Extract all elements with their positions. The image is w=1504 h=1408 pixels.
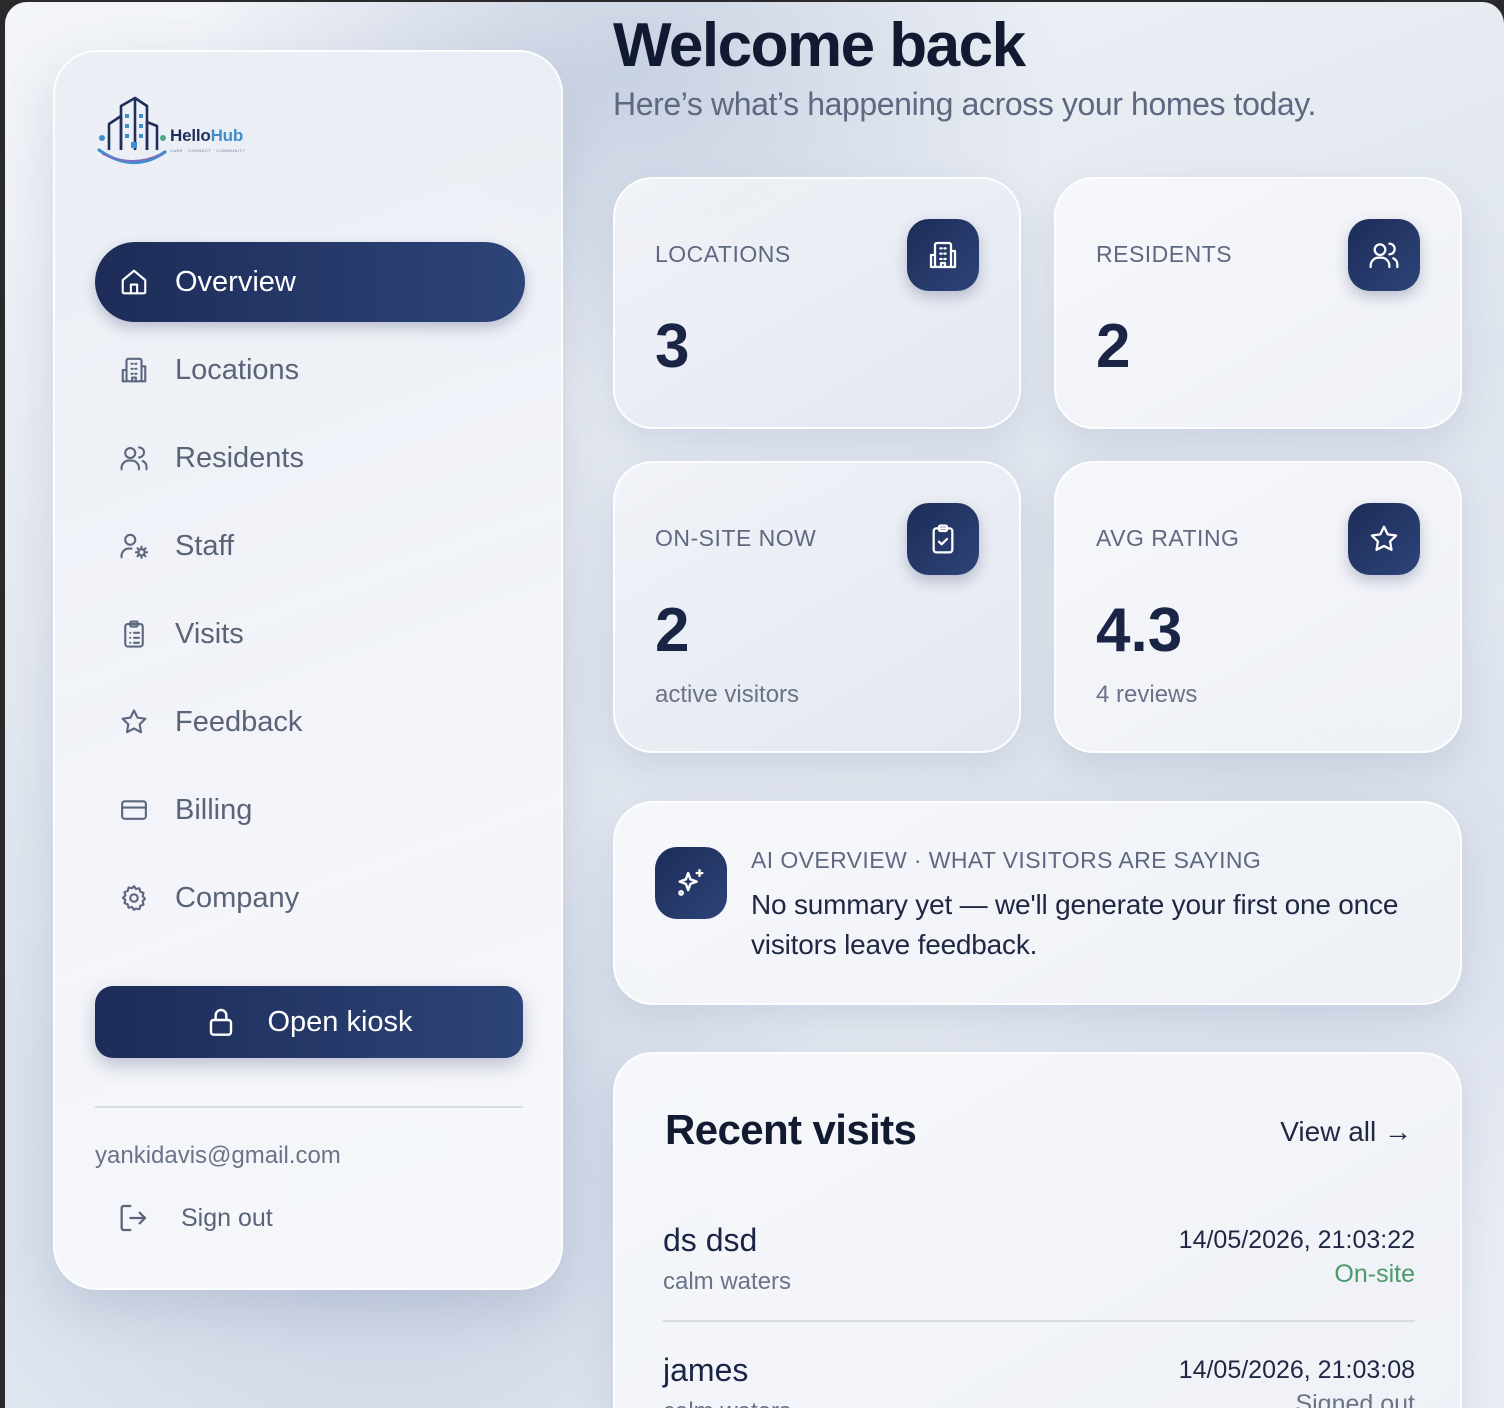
sidebar-divider <box>95 1106 523 1108</box>
sidebar-item-label: Billing <box>175 793 253 826</box>
home-icon <box>119 267 149 297</box>
sidebar-item-label: Feedback <box>175 705 303 738</box>
page-title: Welcome back <box>613 11 1026 80</box>
sidebar-item-staff[interactable]: Staff <box>95 506 525 586</box>
visit-location: calm waters <box>663 1398 791 1408</box>
open-kiosk-button[interactable]: Open kiosk <box>95 986 523 1058</box>
users-icon <box>119 443 149 473</box>
visit-location: calm waters <box>663 1268 792 1295</box>
sidebar-item-locations[interactable]: Locations <box>95 330 525 410</box>
stat-card-avg-rating[interactable]: AVG RATING 4.3 4 reviews <box>1054 461 1462 753</box>
ai-overview-label: AI OVERVIEW · WHAT VISITORS ARE SAYING <box>751 847 1262 873</box>
kiosk-label: Open kiosk <box>267 1005 413 1038</box>
app-window: HelloHub CARE · CONNECT · COMMUNITY Over… <box>5 2 1504 1408</box>
users-icon <box>1348 219 1420 291</box>
list-divider <box>663 1320 1415 1322</box>
sidebar-item-label: Staff <box>175 529 235 562</box>
sidebar-item-feedback[interactable]: Feedback <box>95 682 525 762</box>
ai-overview-text: No summary yet — we'll generate your fir… <box>751 889 1399 960</box>
page-subtitle: Here’s what’s happening across your home… <box>613 86 1316 122</box>
brand-name: HelloHub <box>170 126 244 145</box>
visit-time: 14/05/2026, 21:03:22 <box>1178 1226 1415 1254</box>
status-badge: Signed out <box>1295 1390 1415 1408</box>
user-email: yankidavis@gmail.com <box>95 1142 341 1169</box>
sidebar-item-label: Visits <box>175 617 244 650</box>
stat-subtext: 4 reviews <box>1096 681 1198 708</box>
sidebar-item-overview[interactable]: Overview <box>95 242 525 322</box>
stat-value: 4.3 <box>1096 596 1183 665</box>
building-logo-icon <box>97 96 167 165</box>
stat-card-locations[interactable]: LOCATIONS 3 <box>613 177 1021 429</box>
stat-label: ON-SITE NOW <box>655 525 817 551</box>
stat-label: AVG RATING <box>1096 525 1240 551</box>
ai-overview-card: AI OVERVIEW · WHAT VISITORS ARE SAYING N… <box>613 801 1462 1005</box>
gear-icon <box>119 883 149 913</box>
sidebar-item-label: Company <box>175 881 300 914</box>
view-all-link[interactable]: View all → <box>1280 1116 1412 1148</box>
stat-label: LOCATIONS <box>655 241 791 267</box>
brand-logo[interactable]: HelloHub CARE · CONNECT · COMMUNITY <box>95 92 255 168</box>
sparkles-icon <box>655 847 727 919</box>
stat-subtext: active visitors <box>655 681 800 708</box>
clipboard-list-icon <box>119 619 149 649</box>
sidebar-item-billing[interactable]: Billing <box>95 770 525 850</box>
list-item[interactable]: james calm waters 14/05/2026, 21:03:08 S… <box>663 1352 1415 1408</box>
brand-tagline: CARE · CONNECT · COMMUNITY <box>170 148 246 153</box>
visit-time: 14/05/2026, 21:03:08 <box>1178 1356 1415 1384</box>
user-cog-icon <box>119 531 149 561</box>
stat-value: 2 <box>1096 312 1131 381</box>
credit-card-icon <box>119 795 149 825</box>
recent-visits-title: Recent visits <box>665 1106 917 1153</box>
star-icon <box>119 707 149 737</box>
stat-value: 2 <box>655 596 690 665</box>
building-icon <box>119 355 149 385</box>
stat-card-on-site[interactable]: ON-SITE NOW 2 active visitors <box>613 461 1021 753</box>
sidebar-item-residents[interactable]: Residents <box>95 418 525 498</box>
stat-label: RESIDENTS <box>1096 241 1233 267</box>
sidebar-item-label: Residents <box>175 441 304 474</box>
sidebar: HelloHub CARE · CONNECT · COMMUNITY Over… <box>53 50 563 1290</box>
status-badge: On-site <box>1334 1260 1415 1288</box>
sidebar-item-label: Locations <box>175 353 300 386</box>
log-out-icon <box>120 1204 147 1232</box>
visitor-name: ds dsd <box>663 1222 758 1258</box>
lock-icon <box>210 1008 233 1036</box>
stat-card-residents[interactable]: RESIDENTS 2 <box>1054 177 1462 429</box>
building-icon <box>907 219 979 291</box>
sidebar-item-company[interactable]: Company <box>95 858 525 938</box>
sign-out-label: Sign out <box>181 1203 273 1232</box>
sign-out-button[interactable]: Sign out <box>117 1202 273 1234</box>
sidebar-item-visits[interactable]: Visits <box>95 594 525 674</box>
star-icon <box>1348 503 1420 575</box>
sidebar-nav: Overview Locations Residents Staff Visit… <box>95 242 525 946</box>
stat-value: 3 <box>655 312 690 381</box>
visitor-name: james <box>663 1352 749 1388</box>
recent-visits-card: Recent visits View all → ds dsd calm wat… <box>613 1052 1462 1408</box>
sidebar-item-label: Overview <box>175 265 296 298</box>
list-item[interactable]: ds dsd calm waters 14/05/2026, 21:03:22 … <box>663 1222 1415 1342</box>
clipboard-check-icon <box>907 503 979 575</box>
